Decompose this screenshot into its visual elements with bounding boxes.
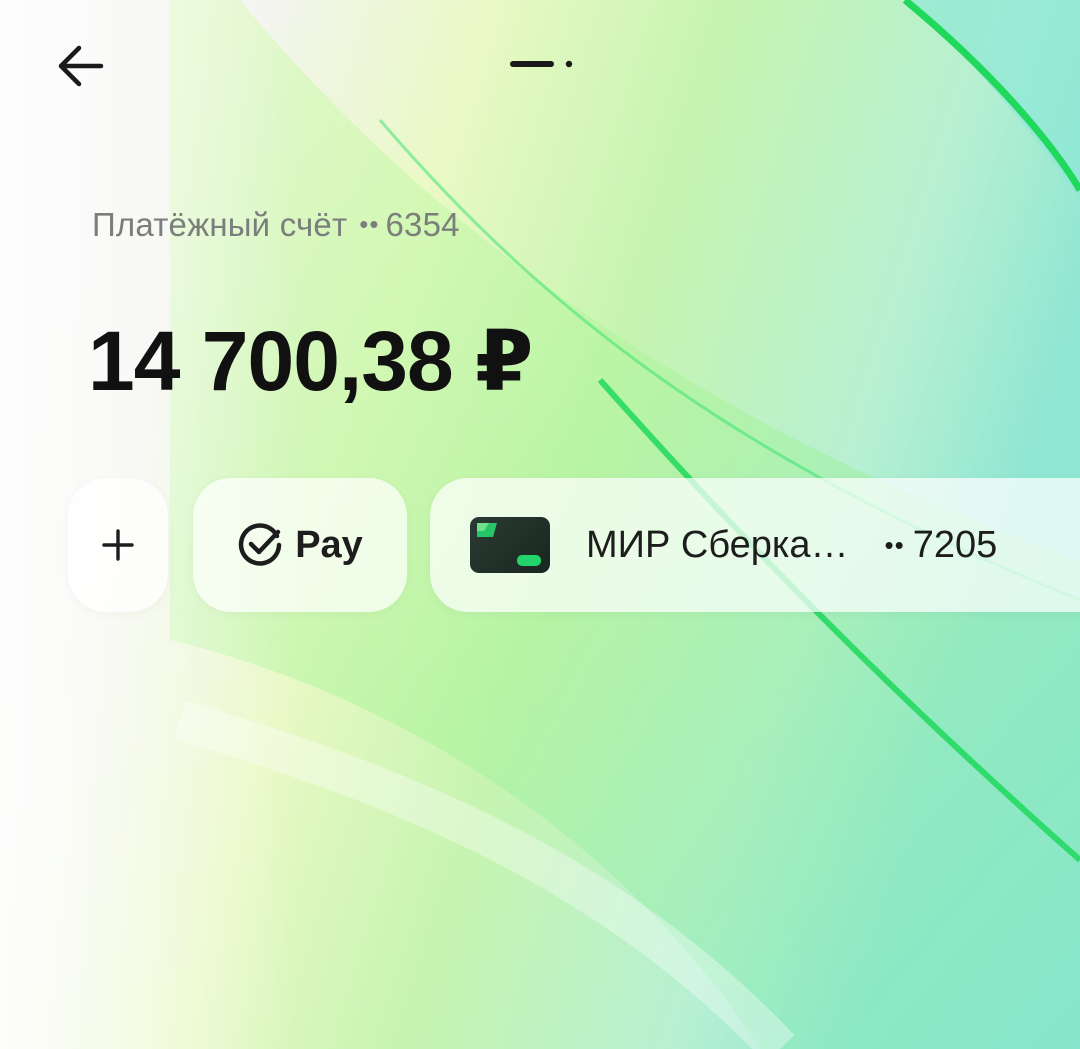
page-indicator-icon bbox=[510, 60, 573, 68]
sber-pay-button[interactable]: Pay bbox=[193, 478, 407, 612]
bank-card-icon bbox=[470, 517, 550, 573]
arrow-left-icon bbox=[58, 45, 104, 87]
card-name: МИР Сберка… bbox=[586, 523, 849, 566]
check-circle-icon bbox=[238, 523, 282, 566]
account-number: 6354 bbox=[385, 206, 460, 243]
card-mask: •• bbox=[884, 529, 905, 560]
account-label: Платёжный счёт •• 6354 bbox=[92, 206, 460, 244]
balance-amount: 14 700,38 ₽ bbox=[88, 314, 533, 408]
account-type: Платёжный счёт bbox=[92, 206, 348, 243]
add-button[interactable]: + bbox=[68, 478, 168, 612]
account-mask: •• bbox=[359, 209, 380, 239]
plus-icon bbox=[102, 529, 134, 561]
card-selector[interactable]: МИР Сберка… •• 7205 bbox=[430, 478, 1080, 612]
pay-label: Pay bbox=[295, 523, 363, 566]
back-button[interactable] bbox=[48, 36, 112, 96]
card-number: 7205 bbox=[912, 523, 998, 566]
